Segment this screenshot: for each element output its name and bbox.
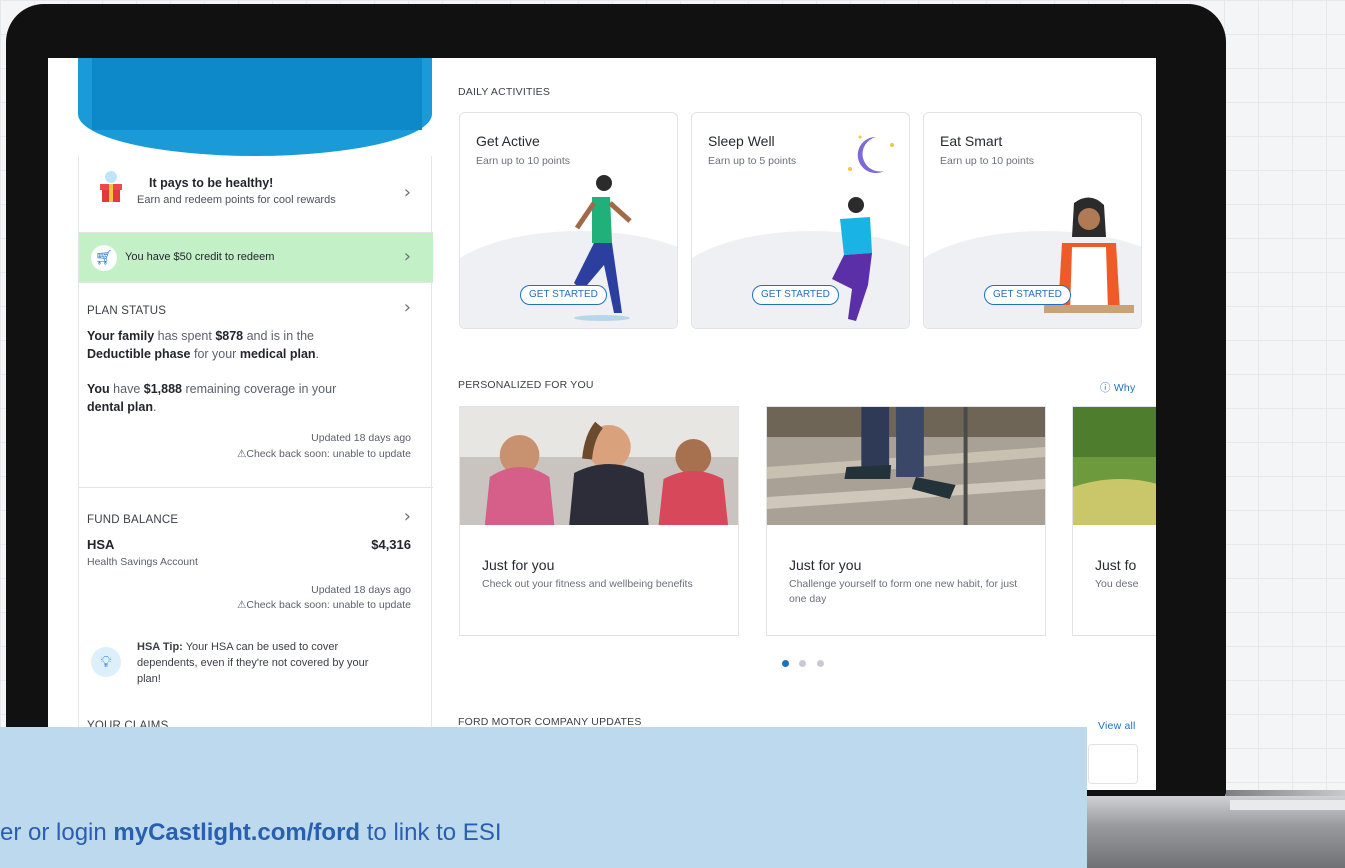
promo-banner: er or login myCastlight.com/ford to link…	[0, 727, 1087, 868]
get-started-button[interactable]: GET STARTED	[984, 285, 1071, 305]
carousel-dot[interactable]	[799, 660, 807, 667]
plan-status-row[interactable]: PLAN STATUS › Your family has spent $878…	[79, 283, 433, 488]
plan-status-medical: Your family has spent $878 and is in the…	[87, 329, 320, 361]
tip-label: HSA Tip:	[137, 641, 183, 653]
sidebar-card: It pays to be healthy! Earn and redeem p…	[78, 156, 433, 790]
hsa-full-name: Health Savings Account	[87, 556, 198, 568]
chevron-right-icon: ›	[403, 246, 411, 267]
personalized-card-1[interactable]: Just for you Check out your fitness and …	[459, 406, 739, 636]
plan-status-warning: ⚠Check back soon: unable to update	[236, 448, 411, 460]
rewards-subtitle: Earn and redeem points for cool rewards	[137, 194, 336, 206]
cart-icon: 🛒︎	[91, 245, 117, 271]
carousel-dot-active[interactable]	[782, 660, 789, 667]
why-link[interactable]: ⓘ Why	[1100, 380, 1135, 395]
gift-icon	[100, 171, 122, 202]
friends-photo	[460, 407, 738, 525]
fund-warning: ⚠Check back soon: unable to update	[236, 599, 411, 611]
moon-icon	[848, 135, 894, 173]
hsa-label: HSA	[87, 537, 115, 552]
chevron-right-icon: ›	[403, 297, 411, 318]
daily-activities-title: DAILY ACTIVITIES	[458, 86, 551, 98]
get-started-button[interactable]: GET STARTED	[520, 285, 607, 305]
rewards-row[interactable]: It pays to be healthy! Earn and redeem p…	[79, 156, 433, 233]
fund-balance-row[interactable]: FUND BALANCE › HSA $4,316 Health Savings…	[79, 488, 433, 623]
app-screen: It pays to be healthy! Earn and redeem p…	[48, 58, 1156, 790]
carousel-dot[interactable]	[816, 660, 824, 667]
nature-photo	[1073, 407, 1156, 525]
hsa-tip: 💡︎ HSA Tip: Your HSA can be used to cove…	[79, 623, 433, 701]
personalized-card-2[interactable]: Just for you Challenge yourself to form …	[766, 406, 1046, 636]
fund-updated: Updated 18 days ago	[311, 584, 411, 596]
update-card[interactable]	[1088, 744, 1138, 784]
get-started-button[interactable]: GET STARTED	[752, 285, 839, 305]
activity-card-eat-smart[interactable]: Eat Smart Earn up to 10 points GET START…	[923, 112, 1142, 329]
stairs-photo	[767, 407, 1045, 525]
chevron-right-icon: ›	[403, 182, 411, 203]
view-all-link[interactable]: View all	[1098, 720, 1136, 732]
credit-row[interactable]: 🛒︎ You have $50 credit to redeem ›	[79, 233, 433, 283]
castlight-link[interactable]: myCastlight.com/ford	[113, 819, 360, 846]
activity-card-get-active[interactable]: Get Active Earn up to 10 points GET STAR…	[459, 112, 678, 329]
personalized-title: PERSONALIZED FOR YOU	[458, 379, 594, 391]
personalized-card-3[interactable]: Just fo You dese	[1072, 406, 1156, 636]
fund-balance-title: FUND BALANCE	[87, 514, 179, 526]
chevron-right-icon: ›	[403, 506, 411, 527]
hsa-amount: $4,316	[371, 537, 411, 552]
carousel-dots[interactable]	[782, 654, 824, 672]
rewards-title: It pays to be healthy!	[149, 176, 274, 190]
plan-status-title: PLAN STATUS	[87, 305, 167, 317]
lightbulb-icon: 💡︎	[91, 647, 121, 677]
laptop-base-highlight	[1230, 800, 1345, 810]
profile-hero	[78, 58, 432, 156]
banner-text: er or login myCastlight.com/ford to link…	[0, 819, 502, 846]
plan-status-updated: Updated 18 days ago	[311, 432, 411, 444]
activity-card-sleep-well[interactable]: Sleep Well Earn up to 5 points GET START…	[691, 112, 910, 329]
left-sidebar: It pays to be healthy! Earn and redeem p…	[78, 58, 433, 790]
credit-text: You have $50 credit to redeem	[125, 251, 275, 263]
plan-status-dental: You have $1,888 remaining coverage in yo…	[87, 382, 337, 414]
